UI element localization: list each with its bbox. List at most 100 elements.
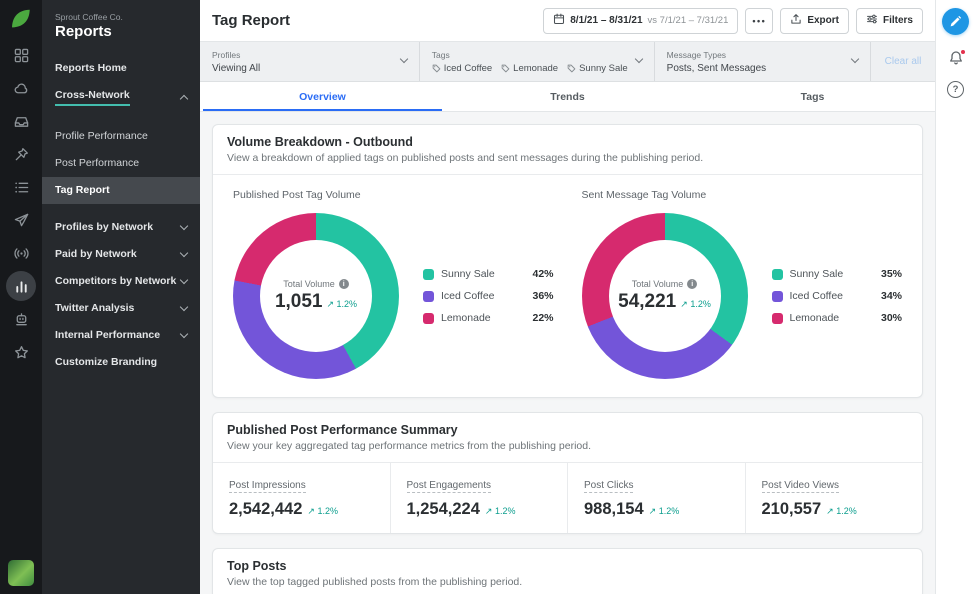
compose-button[interactable] xyxy=(942,8,969,35)
profiles-filter[interactable]: Profiles Viewing All xyxy=(200,42,420,81)
calendar-icon xyxy=(553,13,565,28)
chart-legend: Sunny Sale 35% Iced Coffee 34% xyxy=(772,258,903,334)
trend-up-icon: ↗ xyxy=(307,506,315,516)
date-range-value: 8/1/21 – 8/31/21 xyxy=(570,15,642,26)
report-tabs: Overview Trends Tags xyxy=(200,82,935,112)
change-indicator: ↗ 1.2% xyxy=(826,506,857,517)
chevron-down-icon xyxy=(400,55,408,63)
legend-item: Lemonade 22% xyxy=(423,312,554,324)
trend-up-icon: ↗ xyxy=(326,299,334,309)
export-button[interactable]: Export xyxy=(780,8,849,34)
filters-button[interactable]: Filters xyxy=(856,8,923,34)
legend-item: Lemonade 30% xyxy=(772,312,903,324)
tag-chip: Iced Coffee xyxy=(432,63,492,74)
tab-trends[interactable]: Trends xyxy=(445,82,690,111)
sidebar: Sprout Coffee Co. Reports Reports Home C… xyxy=(42,0,200,594)
tags-filter[interactable]: Tags Iced Coffee Lemonade Sunny Sale xyxy=(420,42,655,81)
chevron-down-icon xyxy=(851,55,859,63)
card-title: Published Post Performance Summary xyxy=(227,423,908,437)
donut-chart[interactable]: Total Volume i 1,051 ↗ 1.2% xyxy=(233,213,399,379)
sent-message-tag-volume-chart: Sent Message Tag Volume Total Volume i xyxy=(568,189,917,379)
tag-chip: Sunny Sale xyxy=(567,63,628,74)
listening-icon[interactable] xyxy=(6,238,36,268)
message-types-filter[interactable]: Message Types Posts, Sent Messages xyxy=(655,42,871,81)
sidebar-title: Reports xyxy=(42,22,200,40)
sidebar-item-tag-report[interactable]: Tag Report xyxy=(42,177,200,204)
legend-item: Iced Coffee 36% xyxy=(423,290,554,302)
reviews-icon[interactable] xyxy=(6,337,36,367)
metric-post-clicks: Post Clicks 988,154 ↗ 1.2% xyxy=(567,463,745,533)
pencil-icon xyxy=(949,15,962,28)
chevron-down-icon xyxy=(180,276,188,284)
publishing-icon[interactable] xyxy=(6,205,36,235)
legend-swatch xyxy=(423,313,434,324)
total-volume-value: 54,221 xyxy=(618,291,676,313)
sidebar-item-profile-performance[interactable]: Profile Performance xyxy=(42,123,200,150)
card-subtitle: View your key aggregated tag performance… xyxy=(227,440,908,452)
metric-post-engagements: Post Engagements 1,254,224 ↗ 1.2% xyxy=(390,463,568,533)
legend-swatch xyxy=(772,269,783,280)
chevron-down-icon xyxy=(180,222,188,230)
export-icon xyxy=(790,13,802,28)
sidebar-item-profiles-by-network[interactable]: Profiles by Network xyxy=(42,214,200,241)
change-indicator: ↗ 1.2% xyxy=(649,506,680,517)
card-subtitle: View a breakdown of applied tags on publ… xyxy=(227,152,908,164)
info-icon[interactable]: i xyxy=(687,279,697,289)
notifications-button[interactable] xyxy=(948,50,964,66)
question-mark-icon: ? xyxy=(953,84,959,95)
tab-overview[interactable]: Overview xyxy=(200,82,445,111)
change-indicator: ↗ 1.2% xyxy=(326,299,357,310)
help-button[interactable]: ? xyxy=(947,81,964,98)
reports-icon[interactable] xyxy=(6,271,36,301)
legend-swatch xyxy=(772,313,783,324)
chevron-down-icon xyxy=(634,55,642,63)
app-root: Sprout Coffee Co. Reports Reports Home C… xyxy=(0,0,975,594)
total-volume-value: 1,051 xyxy=(275,291,323,313)
page-title: Tag Report xyxy=(212,12,290,29)
chevron-up-icon xyxy=(180,95,188,103)
sidebar-item-post-performance[interactable]: Post Performance xyxy=(42,150,200,177)
filter-bar: Profiles Viewing All Tags Iced Coffee Le… xyxy=(200,42,935,82)
cloud-icon[interactable] xyxy=(6,73,36,103)
sidebar-item-customize-branding[interactable]: Customize Branding xyxy=(42,349,200,376)
donut-chart[interactable]: Total Volume i 54,221 ↗ 1.2% xyxy=(582,213,748,379)
chart-legend: Sunny Sale 42% Iced Coffee 36% xyxy=(423,258,554,334)
date-range-button[interactable]: 8/1/21 – 8/31/21 vs 7/1/21 – 7/31/21 xyxy=(543,8,738,34)
sidebar-item-cross-network[interactable]: Cross-Network xyxy=(42,82,200,113)
more-options-button[interactable]: ••• xyxy=(745,8,773,34)
legend-swatch xyxy=(423,269,434,280)
trend-up-icon: ↗ xyxy=(649,506,657,516)
main-area: Tag Report 8/1/21 – 8/31/21 vs 7/1/21 – … xyxy=(200,0,935,594)
sidebar-item-paid-by-network[interactable]: Paid by Network xyxy=(42,241,200,268)
volume-breakdown-card: Volume Breakdown - Outbound View a break… xyxy=(212,124,923,398)
top-posts-card: Top Posts View the top tagged published … xyxy=(212,548,923,594)
inbox-icon[interactable] xyxy=(6,106,36,136)
sidebar-item-competitors-by-network[interactable]: Competitors by Network xyxy=(42,268,200,295)
tab-tags[interactable]: Tags xyxy=(690,82,935,111)
card-title: Volume Breakdown - Outbound xyxy=(227,135,908,149)
sidebar-item-internal-performance[interactable]: Internal Performance xyxy=(42,322,200,349)
legend-swatch xyxy=(423,291,434,302)
pin-icon[interactable] xyxy=(6,139,36,169)
clear-all-button[interactable]: Clear all xyxy=(871,42,935,81)
workspace-name: Sprout Coffee Co. xyxy=(42,12,200,22)
legend-item: Sunny Sale 35% xyxy=(772,268,903,280)
performance-summary-card: Published Post Performance Summary View … xyxy=(212,412,923,534)
info-icon[interactable]: i xyxy=(339,279,349,289)
notification-dot xyxy=(960,49,966,55)
dashboard-icon[interactable] xyxy=(6,40,36,70)
list-icon[interactable] xyxy=(6,172,36,202)
chevron-down-icon xyxy=(180,330,188,338)
card-subtitle: View the top tagged published posts from… xyxy=(227,576,908,588)
automation-icon[interactable] xyxy=(6,304,36,334)
sidebar-item-twitter-analysis[interactable]: Twitter Analysis xyxy=(42,295,200,322)
sprout-logo-icon[interactable] xyxy=(9,7,33,31)
user-avatar[interactable] xyxy=(8,560,34,586)
filters-icon xyxy=(866,13,878,28)
legend-item: Iced Coffee 34% xyxy=(772,290,903,302)
sidebar-item-reports-home[interactable]: Reports Home xyxy=(42,55,200,82)
change-indicator: ↗ 1.2% xyxy=(680,299,711,310)
icon-rail xyxy=(0,0,42,594)
chevron-down-icon xyxy=(180,303,188,311)
trend-up-icon: ↗ xyxy=(826,506,834,516)
